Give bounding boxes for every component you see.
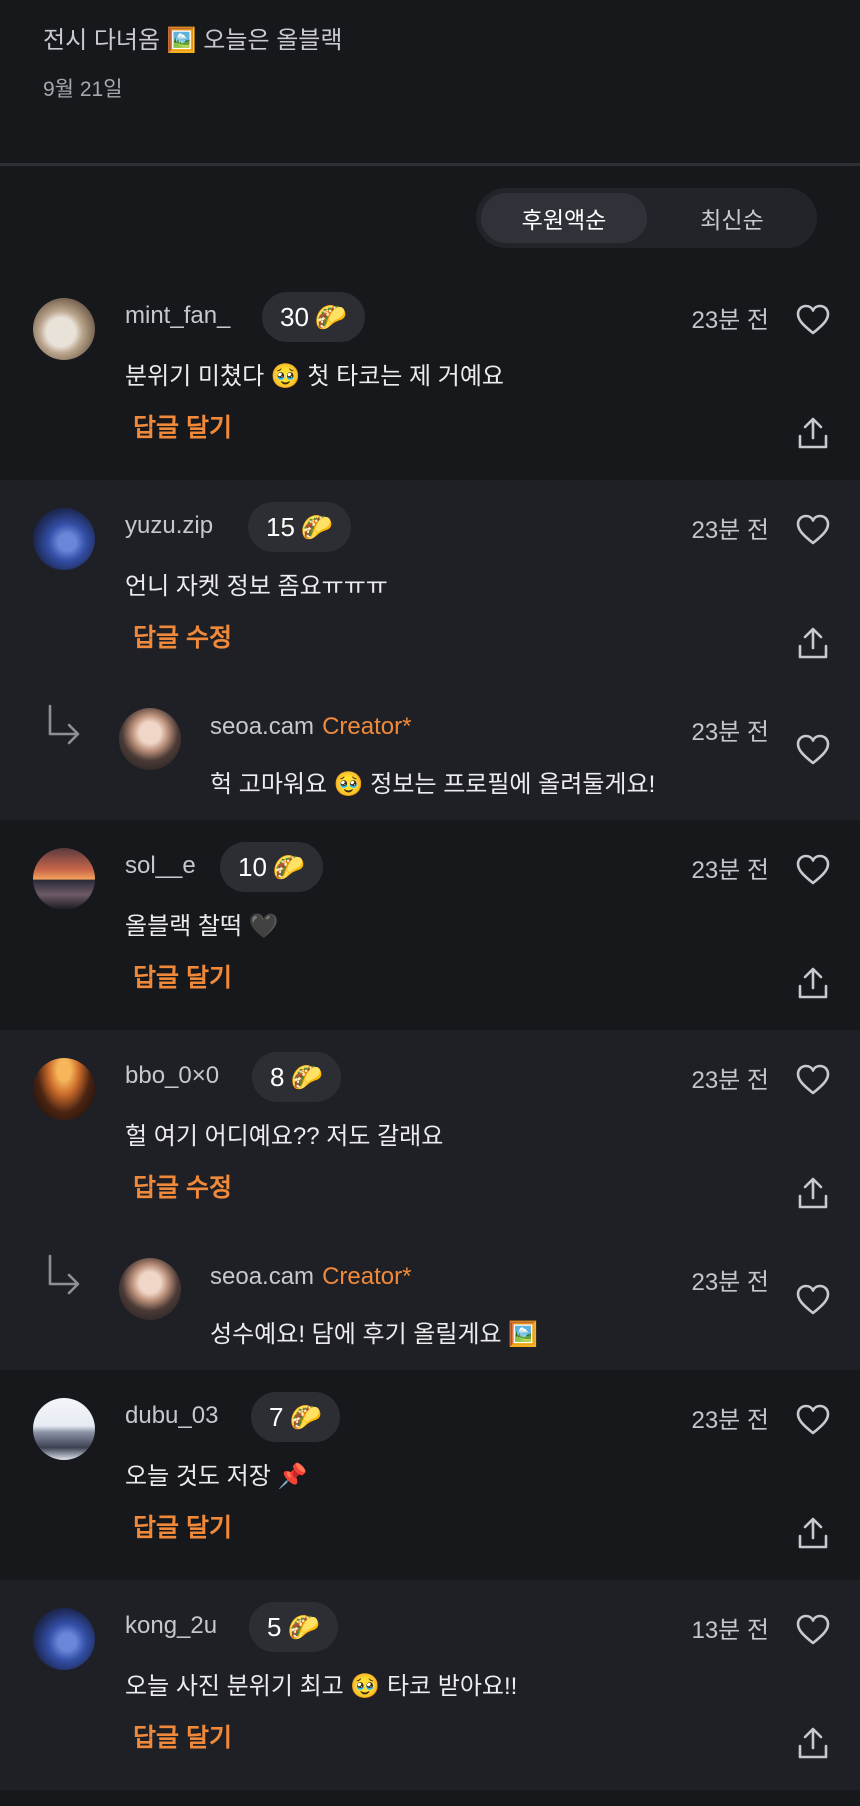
reply-item: seoa.cam Creator* 23분 전성수예요! 담에 후기 올릴게요 🖼️ (0, 1240, 860, 1370)
comment-text: 오늘 사진 분위기 최고 🥹 타코 받아요!! (125, 1673, 518, 1700)
reply-text: 성수예요! 담에 후기 올릴게요 🖼️ (210, 1321, 539, 1348)
heart-icon[interactable] (796, 734, 830, 766)
reply-action-button[interactable]: 답글 달기 (133, 408, 232, 444)
username[interactable]: dubu_03 (125, 1402, 218, 1430)
taco-icon: 🌮 (314, 301, 348, 332)
reply-item: seoa.cam Creator* 23분 전헉 고마워요 🥹 정보는 프로필에 올… (0, 690, 860, 820)
username[interactable]: sol__e (125, 852, 196, 880)
heart-icon[interactable] (796, 304, 830, 336)
comment-text: 올블랙 찰떡 🖤 (125, 913, 279, 940)
reply-action-button[interactable]: 답글 달기 (133, 958, 232, 994)
timestamp: 23분 전 (691, 1067, 769, 1094)
timestamp: 23분 전 (691, 1269, 769, 1296)
share-icon[interactable] (796, 1176, 830, 1210)
comment-thread: bbo_0×0 8 🌮 23분 전헐 여기 어디예요?? 저도 갈래요 답글 수정 seo… (0, 1030, 860, 1370)
avatar[interactable] (33, 1058, 95, 1120)
timestamp: 23분 전 (691, 857, 769, 884)
timestamp: 23분 전 (691, 719, 769, 746)
username[interactable]: kong_2u (125, 1612, 217, 1640)
tip-amount: 15 (266, 511, 295, 542)
comment-item: sol__e 10 🌮 23분 전올블랙 찰떡 🖤 답글 달기 (0, 820, 860, 1030)
comment-item: mint_fan_ 30 🌮 23분 전분위기 미쳤다 🥹 첫 타코는 제 거예요답글… (0, 270, 860, 480)
tip-badge: 15 🌮 (248, 502, 352, 552)
taco-icon: 🌮 (289, 1401, 322, 1432)
reply-arrow-icon (44, 704, 84, 748)
avatar[interactable] (119, 708, 181, 770)
heart-icon[interactable] (796, 854, 830, 886)
comment-text: 언니 자켓 정보 좀요ㅠㅠㅠ (125, 573, 388, 600)
timestamp: 23분 전 (691, 517, 769, 544)
comment-item: yuzu.zip 15 🌮 23분 전언니 자켓 정보 좀요ㅠㅠㅠ 답글 수정 (0, 480, 860, 690)
tip-badge: 10 🌮 (220, 842, 324, 892)
comment-thread: sol__e 10 🌮 23분 전올블랙 찰떡 🖤 답글 달기 (0, 820, 860, 1030)
sort-toggle: 후원액순 최신순 (476, 188, 817, 248)
sort-by-latest-button[interactable]: 최신순 (652, 193, 812, 243)
share-icon[interactable] (796, 1516, 830, 1550)
creator-badge: Creator* (322, 1263, 412, 1290)
post-header: 전시 다녀옴 🖼️ 오늘은 올블랙 9월 21일 (0, 0, 860, 163)
heart-icon[interactable] (796, 514, 830, 546)
comment-text: 헐 여기 어디예요?? 저도 갈래요 (125, 1123, 444, 1150)
tip-badge: 8 🌮 (252, 1052, 341, 1102)
avatar[interactable] (33, 1398, 95, 1460)
share-icon[interactable] (796, 1726, 830, 1760)
comment-item: bbo_0×0 8 🌮 23분 전헐 여기 어디예요?? 저도 갈래요답글 수정 (0, 1030, 860, 1240)
reply-action-button[interactable]: 답글 달기 (133, 1718, 232, 1754)
reply-action-button[interactable]: 답글 수정 (133, 618, 232, 654)
avatar[interactable] (119, 1258, 181, 1320)
tip-amount: 7 (269, 1401, 284, 1432)
tip-badge: 5 🌮 (249, 1602, 338, 1652)
tip-badge: 30 🌮 (262, 292, 366, 342)
comment-item: kong_2u 5 🌮 13분 전오늘 사진 분위기 최고 🥹 타코 받아요!! 답글 … (0, 1580, 860, 1790)
username[interactable]: yuzu.zip (125, 512, 213, 540)
reply-action-button[interactable]: 답글 달기 (133, 1508, 232, 1544)
username[interactable]: seoa.cam (210, 1263, 314, 1290)
timestamp: 23분 전 (691, 1407, 769, 1434)
comment-thread: dubu_03 7 🌮 23분 전오늘 것도 저장 📌 답글 달기 (0, 1370, 860, 1580)
comment-thread: kong_2u 5 🌮 13분 전오늘 사진 분위기 최고 🥹 타코 받아요!! 답글 … (0, 1580, 860, 1790)
heart-icon[interactable] (796, 1284, 830, 1316)
share-icon[interactable] (796, 626, 830, 660)
post-title: 전시 다녀옴 🖼️ 오늘은 올블랙 (43, 27, 343, 54)
comment-text: 오늘 것도 저장 📌 (125, 1463, 308, 1490)
timestamp: 13분 전 (691, 1617, 769, 1644)
share-icon[interactable] (796, 416, 830, 450)
taco-icon: 🌮 (287, 1611, 320, 1642)
comment-text: 분위기 미쳤다 🥹 첫 타코는 제 거예요 (125, 363, 505, 390)
reply-action-button[interactable]: 답글 수정 (133, 1168, 232, 1204)
post-date: 9월 21일 (43, 78, 123, 101)
share-icon[interactable] (796, 966, 830, 1000)
heart-icon[interactable] (796, 1404, 830, 1436)
reply-arrow-icon (44, 1254, 84, 1298)
taco-icon: 🌮 (272, 851, 306, 882)
username[interactable]: mint_fan_ (125, 302, 230, 330)
comment-item: dubu_03 7 🌮 23분 전오늘 것도 저장 📌 답글 달기 (0, 1370, 860, 1580)
reply-text: 헉 고마워요 🥹 정보는 프로필에 올려둘게요! (210, 771, 656, 798)
reply-username-row: seoa.cam Creator* (210, 713, 411, 741)
taco-icon: 🌮 (290, 1061, 323, 1092)
heart-icon[interactable] (796, 1064, 830, 1096)
reply-username-row: seoa.cam Creator* (210, 1263, 411, 1291)
creator-badge: Creator* (322, 713, 412, 740)
tip-badge: 7 🌮 (251, 1392, 340, 1442)
comment-thread: yuzu.zip 15 🌮 23분 전 언니 자켓 정보 좀요ㅠㅠㅠ 답글 수정 seoa.… (0, 480, 860, 820)
username[interactable]: seoa.cam (210, 713, 314, 740)
tip-amount: 30 (280, 301, 309, 332)
avatar[interactable] (33, 298, 95, 360)
divider (0, 163, 860, 166)
sort-by-tip-button[interactable]: 후원액순 (481, 193, 647, 243)
tip-amount: 8 (270, 1061, 285, 1092)
avatar[interactable] (33, 1608, 95, 1670)
taco-icon: 🌮 (300, 511, 334, 542)
timestamp: 23분 전 (691, 307, 769, 334)
comment-thread: mint_fan_ 30 🌮 23분 전분위기 미쳤다 🥹 첫 타코는 제 거예요답글… (0, 270, 860, 480)
avatar[interactable] (33, 508, 95, 570)
tip-amount: 5 (267, 1611, 282, 1642)
tip-amount: 10 (238, 851, 267, 882)
heart-icon[interactable] (796, 1614, 830, 1646)
avatar[interactable] (33, 848, 95, 910)
comment-list: mint_fan_ 30 🌮 23분 전 분위기 미쳤다 🥹 첫 타코는 제 거예요 답글… (0, 270, 860, 1790)
username[interactable]: bbo_0×0 (125, 1062, 219, 1090)
